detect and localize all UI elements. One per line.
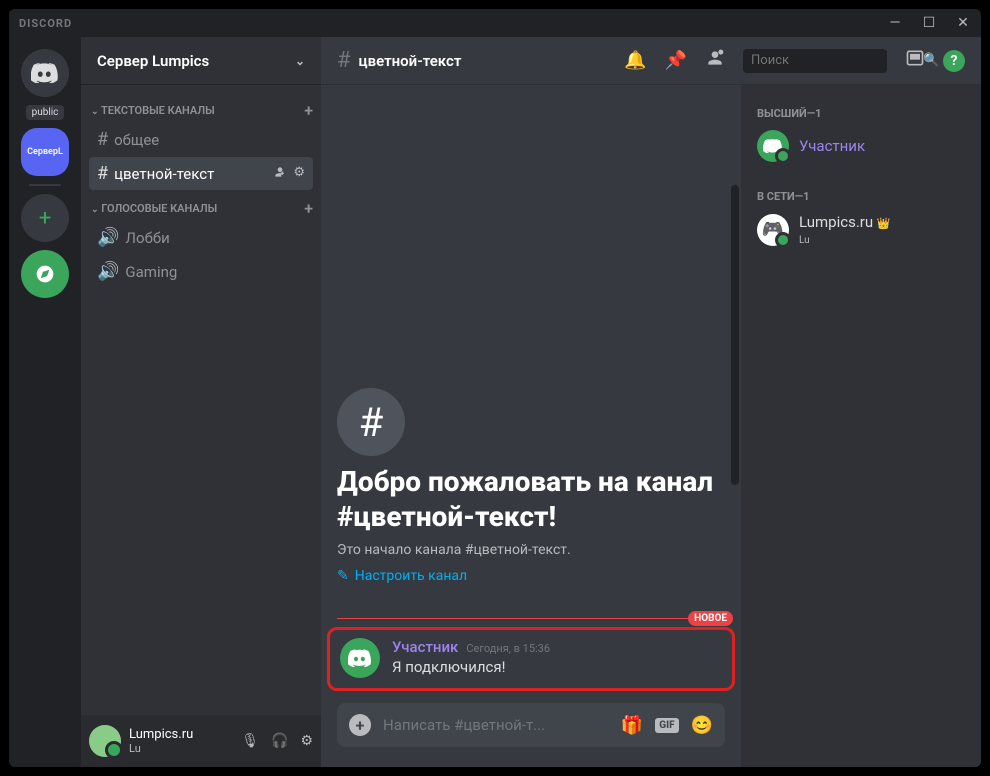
message-text: Я подключился! (392, 658, 722, 676)
voice-channel-gaming[interactable]: 🔊 Gaming (89, 255, 313, 288)
user-status: Lu (129, 742, 233, 755)
hash-icon: # (97, 129, 108, 150)
attach-button[interactable]: + (349, 714, 371, 736)
member-item[interactable]: 🎮 Lumpics.ru 👑 Lu (749, 209, 973, 250)
messages-area: # Добро пожаловать на канал #цветной-тек… (321, 85, 741, 767)
voice-channel-lobby[interactable]: 🔊 Лобби (89, 221, 313, 254)
server-selected[interactable]: СерверL (21, 128, 69, 176)
members-sidebar: ВЫСШИЙ—1 Участник В СЕТИ—1 🎮 Lumpics.ru … (741, 85, 981, 767)
message-timestamp: Сегодня, в 15:36 (466, 642, 550, 655)
close-button[interactable]: ✕ (955, 15, 971, 31)
channel-label: Лобби (125, 229, 169, 247)
notifications-icon[interactable]: 🔔 (624, 50, 646, 71)
message-author[interactable]: Участник (392, 638, 458, 656)
emoji-button[interactable]: 😊 (691, 715, 713, 736)
scrollbar[interactable] (731, 185, 739, 485)
member-item[interactable]: Участник (749, 126, 973, 166)
member-name: Lumpics.ru 👑 Lu (799, 213, 891, 246)
invite-icon[interactable] (273, 165, 287, 183)
configure-channel-link[interactable]: ✎ Настроить канал (337, 568, 725, 584)
owner-crown-icon: 👑 (877, 217, 891, 230)
message-compose: + 🎁 GIF 😊 (337, 703, 725, 747)
channel-welcome: # Добро пожаловать на канал #цветной-тек… (337, 388, 725, 584)
voice-channels-category[interactable]: ⌄ ГОЛОСОВЫЕ КАНАЛЫ + (81, 191, 321, 220)
channel-title: цветной-текст (359, 52, 462, 70)
hash-icon: # (97, 163, 108, 184)
hash-icon: # (337, 388, 405, 456)
user-info[interactable]: Lumpics.ru Lu (129, 727, 233, 756)
user-name: Lumpics.ru (129, 727, 233, 743)
home-button[interactable] (21, 49, 69, 97)
add-channel-button[interactable]: + (304, 101, 313, 120)
gift-button[interactable]: 🎁 (621, 715, 643, 736)
user-avatar[interactable] (89, 725, 121, 757)
new-messages-divider: НОВОЕ (337, 618, 725, 619)
members-icon[interactable] (705, 48, 725, 73)
maximize-button[interactable]: ☐ (921, 15, 937, 31)
app-title: DISCORD (19, 17, 72, 30)
search-icon: 🔍 (923, 53, 939, 68)
server-header[interactable]: Сервер Lumpics ⌄ (81, 37, 321, 85)
hash-icon: # (337, 48, 351, 73)
welcome-subtitle: Это начало канала #цветной-текст. (337, 542, 725, 558)
chevron-down-icon: ⌄ (295, 54, 305, 68)
gear-icon[interactable]: ⚙ (293, 165, 305, 183)
pin-icon[interactable]: 📌 (665, 50, 687, 71)
speaker-icon: 🔊 (97, 261, 119, 282)
member-group-top: ВЫСШИЙ—1 (749, 101, 973, 126)
member-avatar: 🎮 (757, 214, 789, 246)
channel-sidebar: Сервер Lumpics ⌄ ⌄ ТЕКСТОВЫЕ КАНАЛЫ + # … (81, 37, 321, 767)
speaker-icon: 🔊 (97, 227, 119, 248)
welcome-title: Добро пожаловать на канал #цветной-текст… (337, 464, 725, 534)
search-box[interactable]: 🔍 (743, 49, 887, 73)
member-group-online: В СЕТИ—1 (749, 184, 973, 209)
help-icon[interactable]: ? (943, 50, 965, 72)
explore-button[interactable] (21, 250, 69, 298)
inbox-icon[interactable] (905, 48, 925, 73)
chat-header: # цветной-текст 🔔 📌 🔍 ? (321, 37, 981, 85)
user-panel: Lumpics.ru Lu 🎙 🎧 ⚙ (81, 715, 321, 767)
minimize-button[interactable]: — (887, 15, 903, 31)
message[interactable]: Участник Сегодня, в 15:36 Я подключился! (340, 638, 722, 678)
pencil-icon: ✎ (337, 568, 349, 584)
channel-general[interactable]: # общее (89, 123, 313, 156)
server-name: Сервер Lumpics (97, 52, 209, 70)
settings-button[interactable]: ⚙ (300, 733, 313, 749)
server-separator (29, 184, 61, 186)
deafen-button[interactable]: 🎧 (271, 733, 288, 749)
text-channels-category[interactable]: ⌄ ТЕКСТОВЫЕ КАНАЛЫ + (81, 93, 321, 122)
channel-label: Gaming (125, 263, 177, 281)
channel-label: общее (114, 131, 159, 149)
add-channel-button[interactable]: + (304, 199, 313, 218)
member-avatar (757, 130, 789, 162)
channel-colored-text[interactable]: # цветной-текст ⚙ (89, 157, 313, 190)
member-name: Участник (799, 137, 865, 155)
new-badge: НОВОЕ (688, 611, 733, 626)
add-server-button[interactable]: + (21, 194, 69, 242)
highlighted-message: Участник Сегодня, в 15:36 Я подключился! (327, 627, 735, 691)
channel-label: цветной-текст (114, 165, 214, 183)
chat-area: # цветной-текст 🔔 📌 🔍 ? (321, 37, 981, 767)
titlebar: DISCORD — ☐ ✕ (9, 9, 981, 37)
search-input[interactable] (751, 53, 917, 68)
server-folder[interactable]: public (26, 105, 65, 120)
message-input[interactable] (383, 716, 609, 734)
gif-button[interactable]: GIF (655, 718, 678, 733)
message-avatar[interactable] (340, 638, 380, 678)
mute-button[interactable]: 🎙 (241, 733, 259, 749)
server-list: public СерверL + (9, 37, 81, 767)
